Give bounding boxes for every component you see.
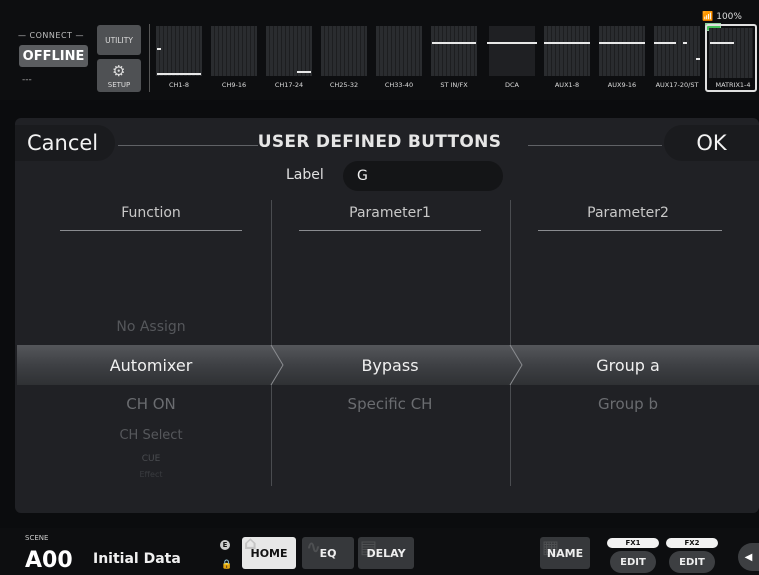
lock-icon: 🔒 bbox=[221, 560, 233, 570]
function-option[interactable]: Effect bbox=[56, 470, 246, 477]
bank-aux1-8[interactable]: AUX1-8 bbox=[541, 24, 593, 92]
meter-display bbox=[489, 26, 535, 76]
bank-label: MATRIX1-4 bbox=[715, 81, 751, 89]
scene-number[interactable]: A00 bbox=[25, 548, 73, 573]
meter-display bbox=[211, 26, 257, 76]
tab-delay[interactable]: ▤ DELAY bbox=[358, 537, 414, 569]
bank-ch9-16[interactable]: CH9-16 bbox=[208, 24, 260, 92]
header-underline bbox=[538, 230, 722, 231]
utility-button[interactable]: UTILITY bbox=[97, 25, 141, 55]
chevron-right-icon bbox=[509, 345, 523, 385]
parameter1-option[interactable]: Specific CH bbox=[295, 395, 485, 413]
column-header-function: Function bbox=[121, 205, 181, 221]
chevron-right-icon bbox=[270, 345, 284, 385]
level-indicator bbox=[157, 73, 201, 75]
bank-ch17-24[interactable]: CH17-24 bbox=[263, 24, 315, 92]
column-header-parameter2: Parameter2 bbox=[587, 205, 669, 221]
setup-button[interactable]: ⚙ SETUP bbox=[97, 59, 141, 92]
label-input[interactable]: G bbox=[343, 161, 503, 191]
battery-percent: 100% bbox=[716, 12, 742, 22]
tab-eq[interactable]: ∿ EQ bbox=[302, 537, 354, 569]
delay-icon: ▤ bbox=[360, 537, 378, 558]
fx2-label: FX2 bbox=[666, 538, 718, 548]
bank-label: DCA bbox=[505, 81, 519, 89]
bank-label: CH17-24 bbox=[274, 81, 304, 89]
bank-ch25-32[interactable]: CH25-32 bbox=[318, 24, 370, 92]
fx2-edit-button[interactable]: EDIT bbox=[669, 551, 715, 573]
setup-label: SETUP bbox=[107, 81, 131, 89]
parameter2-option[interactable]: Group b bbox=[533, 395, 723, 413]
column-divider bbox=[510, 200, 511, 486]
function-option-selected[interactable]: Automixer bbox=[56, 356, 246, 375]
fx1-label: FX1 bbox=[607, 538, 659, 548]
level-indicator bbox=[157, 48, 161, 50]
level-indicator bbox=[487, 42, 537, 44]
tab-name[interactable]: ▦ NAME bbox=[540, 537, 590, 569]
level-indicator bbox=[683, 42, 687, 44]
meter-display bbox=[709, 28, 753, 78]
connection-detail: --- bbox=[22, 75, 32, 85]
ok-button[interactable]: OK bbox=[664, 125, 759, 161]
scene-name[interactable]: Initial Data bbox=[93, 551, 181, 567]
meter-display bbox=[321, 26, 367, 76]
fx1-edit-button[interactable]: EDIT bbox=[610, 551, 656, 573]
meter-display bbox=[266, 26, 312, 76]
column-divider bbox=[271, 200, 272, 486]
bank-label: ST IN/FX bbox=[440, 81, 468, 89]
edit-indicator-icon: E bbox=[220, 540, 230, 550]
eq-icon: ∿ bbox=[306, 537, 322, 558]
scene-label: SCENE bbox=[25, 534, 49, 542]
bank-st-in-fx[interactable]: ST IN/FX bbox=[428, 24, 480, 92]
gear-icon: ⚙ bbox=[112, 62, 126, 80]
function-option[interactable]: CH Select bbox=[56, 428, 246, 443]
tab-label: EQ bbox=[319, 546, 337, 560]
bank-aux17-20-st[interactable]: AUX17-20/ST bbox=[651, 24, 703, 92]
connect-label: — CONNECT — bbox=[18, 31, 84, 40]
header-underline bbox=[299, 230, 481, 231]
level-indicator bbox=[297, 71, 311, 73]
level-indicator bbox=[599, 42, 645, 44]
bank-label: CH9-16 bbox=[221, 81, 247, 89]
meter-display bbox=[376, 26, 422, 76]
label-caption: Label bbox=[286, 167, 324, 183]
function-option[interactable]: No Assign bbox=[56, 319, 246, 335]
level-indicator bbox=[654, 42, 676, 44]
bank-label: CH33-40 bbox=[384, 81, 414, 89]
bank-label: AUX9-16 bbox=[607, 81, 637, 89]
function-option[interactable]: CUE bbox=[56, 454, 246, 464]
name-icon: ▦ bbox=[542, 537, 560, 558]
function-option[interactable]: CH ON bbox=[56, 395, 246, 413]
header-underline bbox=[60, 230, 242, 231]
meter-display bbox=[599, 26, 645, 76]
bank-label: AUX17-20/ST bbox=[655, 81, 699, 89]
offline-button[interactable]: OFFLINE bbox=[19, 45, 88, 67]
tab-home[interactable]: ⌂ HOME bbox=[242, 533, 296, 569]
home-icon: ⌂ bbox=[244, 533, 257, 554]
level-indicator bbox=[696, 58, 700, 60]
meter-display bbox=[431, 26, 477, 76]
level-indicator bbox=[544, 42, 590, 44]
meter-display bbox=[544, 26, 590, 76]
bank-aux9-16[interactable]: AUX9-16 bbox=[596, 24, 648, 92]
column-header-parameter1: Parameter1 bbox=[349, 205, 431, 221]
bank-matrix1-4[interactable]: MATRIX1-4 bbox=[705, 24, 757, 92]
parameter2-option-selected[interactable]: Group a bbox=[533, 356, 723, 375]
meter-display bbox=[156, 26, 202, 76]
bank-label: AUX1-8 bbox=[554, 81, 580, 89]
bank-label: CH25-32 bbox=[329, 81, 359, 89]
bank-label: CH1-8 bbox=[168, 81, 190, 89]
chevron-left-icon[interactable]: ◀ bbox=[738, 543, 759, 571]
bank-dca[interactable]: DCA bbox=[486, 24, 538, 92]
parameter1-option-selected[interactable]: Bypass bbox=[295, 356, 485, 375]
bank-ch33-40[interactable]: CH33-40 bbox=[373, 24, 425, 92]
level-indicator bbox=[432, 42, 476, 44]
level-indicator bbox=[710, 42, 734, 44]
bank-ch1-8[interactable]: CH1-8 bbox=[153, 24, 205, 92]
cancel-button[interactable]: Cancel bbox=[15, 125, 115, 161]
meter-display bbox=[654, 26, 700, 76]
wifi-icon: 📶 bbox=[702, 12, 714, 22]
